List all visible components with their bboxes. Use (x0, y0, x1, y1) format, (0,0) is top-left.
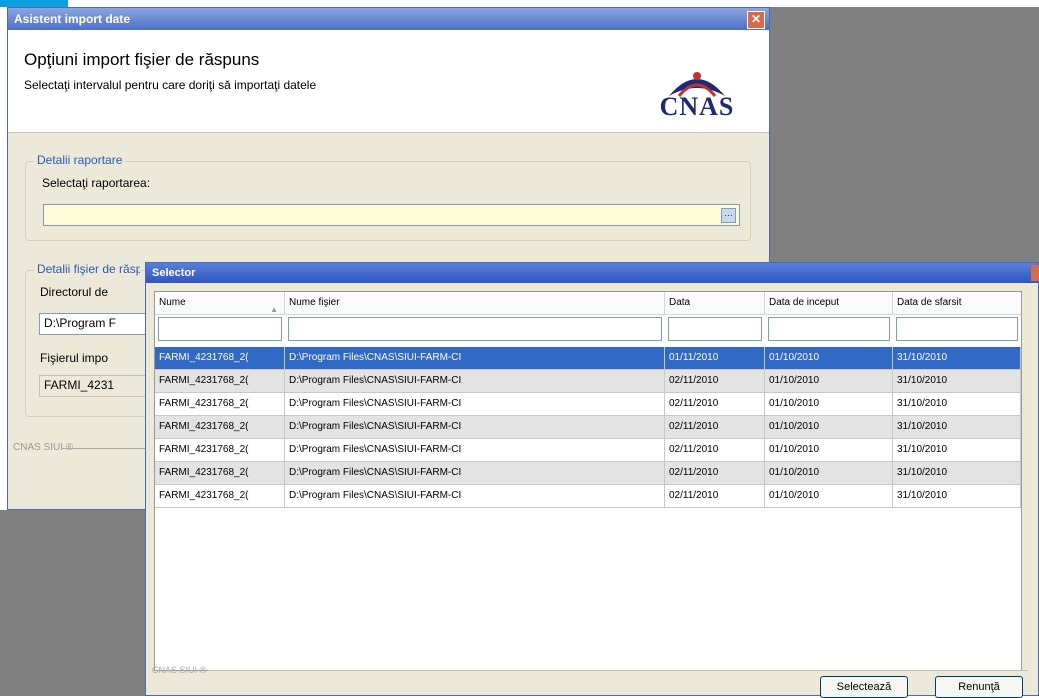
table-cell-name: FARMI_4231768_2( (155, 439, 285, 461)
browse-button[interactable]: … (721, 208, 736, 223)
group-title-report: Detalii raportare (34, 153, 126, 167)
table-cell-name: FARMI_4231768_2( (155, 347, 285, 369)
table-cell-end: 31/10/2010 (893, 416, 1021, 438)
cancel-button[interactable]: Renunţă (935, 676, 1023, 698)
table-cell-start: 01/10/2010 (765, 462, 893, 484)
table-cell-name: FARMI_4231768_2( (155, 416, 285, 438)
table-cell-start: 01/10/2010 (765, 439, 893, 461)
grid-header: Nume ▲ Nume fişier Data Data de inceput … (155, 292, 1021, 315)
report-select-field[interactable]: … (43, 204, 740, 226)
table-cell-file: D:\Program Files\CNAS\SIUI-FARM-CI (285, 485, 665, 507)
table-row[interactable]: FARMI_4231768_2(D:\Program Files\CNAS\SI… (155, 393, 1021, 416)
close-icon[interactable] (1031, 265, 1039, 281)
table-cell-file: D:\Program Files\CNAS\SIUI-FARM-CI (285, 462, 665, 484)
selector-titlebar: Selector (146, 263, 1039, 283)
logo-text: CNAS (659, 92, 735, 121)
table-cell-start: 01/10/2010 (765, 347, 893, 369)
table-cell-date: 02/11/2010 (665, 485, 765, 507)
highlight-mark (0, 0, 68, 7)
report-select-label: Selectaţi raportarea: (42, 176, 151, 190)
table-cell-file: D:\Program Files\CNAS\SIUI-FARM-CI (285, 416, 665, 438)
cnas-logo: CNAS (649, 66, 745, 122)
filter-row (155, 314, 1021, 344)
report-details-group: Detalii raportare Selectaţi raportarea: … (25, 153, 751, 241)
table-cell-date: 02/11/2010 (665, 439, 765, 461)
filter-name-input[interactable] (158, 317, 282, 341)
top-strip (0, 0, 1039, 7)
table-cell-name: FARMI_4231768_2( (155, 393, 285, 415)
wizard-footer: CNAS SIUI ® (13, 442, 152, 453)
filter-date-input[interactable] (668, 317, 762, 341)
selector-title: Selector (152, 267, 196, 279)
table-cell-name: FARMI_4231768_2( (155, 462, 285, 484)
table-cell-start: 01/10/2010 (765, 485, 893, 507)
directory-field[interactable]: D:\Program F (39, 313, 149, 335)
table-row[interactable]: FARMI_4231768_2(D:\Program Files\CNAS\SI… (155, 347, 1021, 370)
table-cell-date: 01/11/2010 (665, 347, 765, 369)
table-cell-end: 31/10/2010 (893, 485, 1021, 507)
table-row[interactable]: FARMI_4231768_2(D:\Program Files\CNAS\SI… (155, 370, 1021, 393)
table-cell-date: 02/11/2010 (665, 462, 765, 484)
table-row[interactable]: FARMI_4231768_2(D:\Program Files\CNAS\SI… (155, 416, 1021, 439)
file-label: Fişierul impo (40, 351, 109, 365)
table-row[interactable]: FARMI_4231768_2(D:\Program Files\CNAS\SI… (155, 439, 1021, 462)
table-cell-file: D:\Program Files\CNAS\SIUI-FARM-CI (285, 347, 665, 369)
table-row[interactable]: FARMI_4231768_2(D:\Program Files\CNAS\SI… (155, 485, 1021, 508)
table-cell-start: 01/10/2010 (765, 393, 893, 415)
file-field: FARMI_4231 (39, 375, 149, 397)
table-cell-date: 02/11/2010 (665, 370, 765, 392)
records-grid: Nume ▲ Nume fişier Data Data de inceput … (154, 291, 1022, 671)
table-cell-start: 01/10/2010 (765, 370, 893, 392)
table-cell-name: FARMI_4231768_2( (155, 370, 285, 392)
table-cell-end: 31/10/2010 (893, 347, 1021, 369)
directory-label: Directorul de (40, 285, 109, 299)
table-cell-end: 31/10/2010 (893, 462, 1021, 484)
filter-start-date-input[interactable] (768, 317, 890, 341)
table-cell-file: D:\Program Files\CNAS\SIUI-FARM-CI (285, 393, 665, 415)
table-cell-date: 02/11/2010 (665, 393, 765, 415)
table-cell-end: 31/10/2010 (893, 439, 1021, 461)
table-cell-file: D:\Program Files\CNAS\SIUI-FARM-CI (285, 439, 665, 461)
wizard-title: Asistent import date (14, 12, 131, 26)
wizard-header: Opţiuni import fişier de răspuns Selecta… (8, 30, 769, 133)
page-subtitle: Selectaţi intervalul pentru care doriţi … (24, 78, 317, 92)
group-title-file: Detalii fişier de răspuns (34, 262, 140, 276)
wizard-titlebar: Asistent import date ✕ (8, 8, 769, 30)
table-row[interactable]: FARMI_4231768_2(D:\Program Files\CNAS\SI… (155, 462, 1021, 485)
table-cell-name: FARMI_4231768_2( (155, 485, 285, 507)
column-header-file[interactable]: Nume fişier (285, 292, 665, 314)
grid-rows: FARMI_4231768_2(D:\Program Files\CNAS\SI… (155, 347, 1021, 508)
filter-end-date-input[interactable] (896, 317, 1018, 341)
table-cell-end: 31/10/2010 (893, 370, 1021, 392)
selector-footer: CNAS SIUI ® (152, 665, 1031, 675)
table-cell-start: 01/10/2010 (765, 416, 893, 438)
select-button[interactable]: Selectează (820, 676, 908, 698)
page-title: Opţiuni import fişier de răspuns (24, 50, 260, 69)
desktop-background-lower (0, 510, 150, 696)
table-cell-file: D:\Program Files\CNAS\SIUI-FARM-CI (285, 370, 665, 392)
column-header-name[interactable]: Nume ▲ (155, 292, 285, 314)
selector-window: Selector Nume ▲ Nume fişier Data Data de… (145, 262, 1039, 698)
column-header-end-date[interactable]: Data de sfarsit (893, 292, 1021, 314)
filter-file-input[interactable] (288, 317, 662, 341)
table-cell-date: 02/11/2010 (665, 416, 765, 438)
close-icon[interactable]: ✕ (747, 11, 765, 29)
response-file-group: Detalii fişier de răspuns Directorul de … (25, 262, 149, 417)
table-cell-end: 31/10/2010 (893, 393, 1021, 415)
column-header-date[interactable]: Data (665, 292, 765, 314)
column-header-start-date[interactable]: Data de inceput (765, 292, 893, 314)
